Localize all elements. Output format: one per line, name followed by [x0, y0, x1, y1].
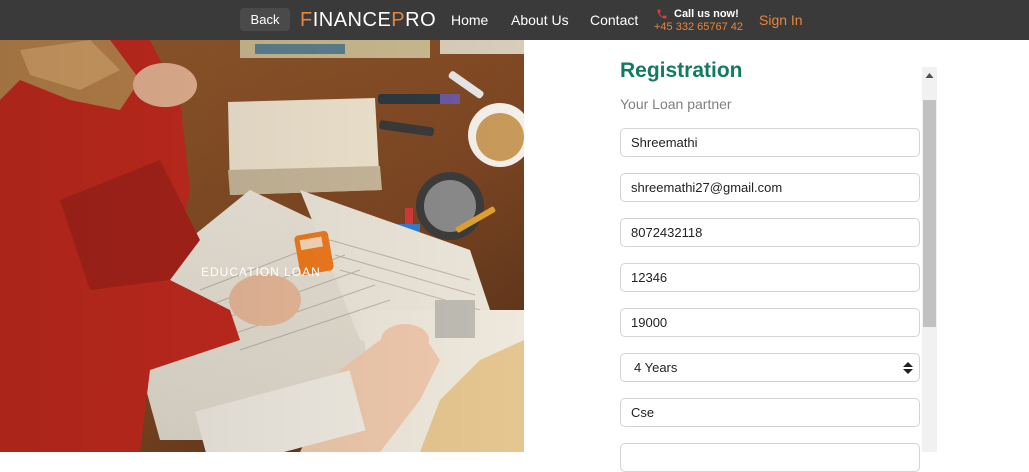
number-input[interactable]: 12346 [620, 263, 920, 292]
call-us-phone: +45 332 65767 42 [654, 21, 744, 33]
hero-image: EDUCATION LOAN [0, 40, 524, 452]
brand-letter-f: F [300, 9, 313, 31]
phone-input[interactable]: 8072432118 [620, 218, 920, 247]
loan-amount-input[interactable]: 19000 [620, 308, 920, 337]
nav-link-about-us[interactable]: About Us [511, 11, 569, 29]
course-input[interactable]: Cse [620, 398, 920, 427]
call-us-label: Call us now! [674, 8, 739, 20]
nav-link-home[interactable]: Home [451, 11, 488, 29]
top-navbar: Back FINANCEPRO Home About Us Contact Ca… [0, 0, 1029, 40]
back-button[interactable]: Back [240, 8, 290, 31]
loan-duration-value: 4 Years [634, 360, 678, 375]
registration-subtitle: Your Loan partner [620, 96, 732, 112]
name-input[interactable]: Shreemathi [620, 128, 920, 157]
sign-in-link[interactable]: Sign In [759, 11, 803, 29]
loan-duration-select[interactable]: 4 Years [620, 353, 920, 382]
hero-caption: EDUCATION LOAN [201, 265, 321, 279]
education-desk-photo [0, 40, 524, 452]
nav-link-contact[interactable]: Contact [590, 11, 638, 29]
brand-letter-p: P [391, 9, 406, 31]
registration-title: Registration [620, 59, 743, 82]
scroll-up-arrow-icon[interactable] [922, 67, 937, 84]
brand-logo[interactable]: FINANCEPRO [300, 8, 436, 32]
brand-text-ro: RO [405, 9, 437, 31]
select-arrow-icon [903, 362, 913, 374]
brand-text-inance: INANCE [312, 9, 392, 31]
call-us-box[interactable]: Call us now! +45 332 65767 42 [654, 6, 746, 36]
next-input[interactable] [620, 443, 920, 472]
email-input[interactable]: shreemathi27@gmail.com [620, 173, 920, 202]
scrollbar-thumb[interactable] [923, 100, 936, 327]
scrollbar[interactable] [922, 67, 937, 452]
phone-icon [657, 9, 667, 19]
